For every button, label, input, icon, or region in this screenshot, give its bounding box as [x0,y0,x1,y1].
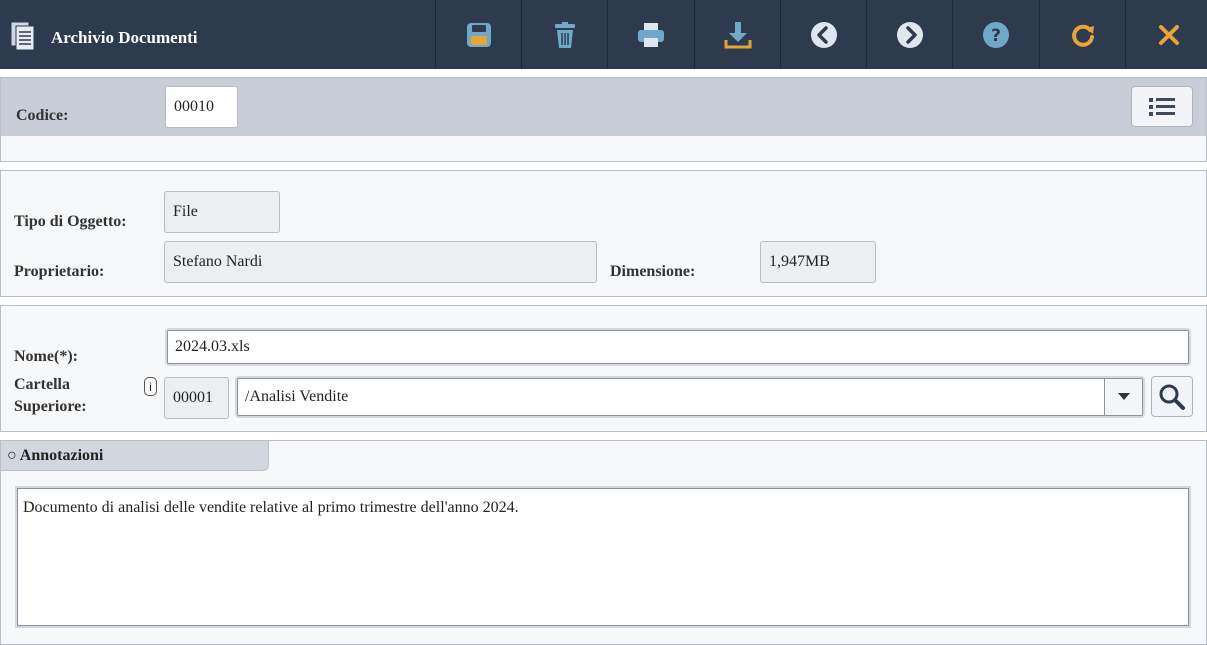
cartella-select-value: /Analisi Vendite [245,388,349,405]
close-icon [1158,24,1179,45]
help-icon: ? [982,21,1009,48]
dropdown-button[interactable] [1104,379,1142,415]
help-button[interactable]: ? [952,0,1038,69]
refresh-icon [1071,24,1094,47]
close-button[interactable] [1125,0,1207,69]
save-icon [466,22,491,47]
previous-button[interactable] [780,0,866,69]
toolbar-header: Archivio Documenti ? [0,0,1207,69]
documents-icon [10,21,35,51]
search-icon [1159,384,1185,410]
cartella-code-field: 00001 [164,377,229,419]
tipo-label: Tipo di Oggetto: [14,213,127,230]
codice-label: Codice: [16,107,69,124]
app-title: Archivio Documenti [51,28,198,47]
print-button[interactable] [607,0,693,69]
codice-panel: Codice: 00010 [0,77,1207,162]
tab-annotazioni[interactable]: ○ Annotazioni [1,441,269,471]
proprietario-field: Stefano Nardi [164,241,597,283]
save-button[interactable] [435,0,521,69]
dimensione-label: Dimensione: [610,263,696,280]
proprietario-label: Proprietario: [14,263,105,280]
codice-field[interactable]: 00010 [165,86,238,128]
nome-input[interactable]: 2024.03.xls [167,330,1189,364]
tipo-field: File [164,191,280,233]
list-view-button[interactable] [1131,86,1193,127]
cartella-label-line1: Cartella [14,376,70,393]
download-button[interactable] [694,0,780,69]
dimensione-field: 1,947MB [760,241,876,283]
list-icon [1149,97,1175,116]
chevron-down-icon [1117,393,1130,400]
download-icon [724,21,751,48]
refresh-button[interactable] [1039,0,1125,69]
search-button[interactable] [1151,376,1193,417]
next-button[interactable] [866,0,952,69]
next-icon [896,21,923,48]
print-icon [637,22,664,47]
trash-icon [554,21,575,48]
cartella-select[interactable]: /Analisi Vendite [237,378,1143,416]
info-button[interactable]: i [144,377,157,396]
svg-text:?: ? [991,26,1001,46]
previous-icon [810,21,837,48]
cartella-label-line2: Superiore: [14,398,87,415]
annotazioni-textarea[interactable]: Documento di analisi delle vendite relat… [17,488,1189,626]
delete-button[interactable] [521,0,607,69]
nome-label: Nome(*): [14,348,78,365]
